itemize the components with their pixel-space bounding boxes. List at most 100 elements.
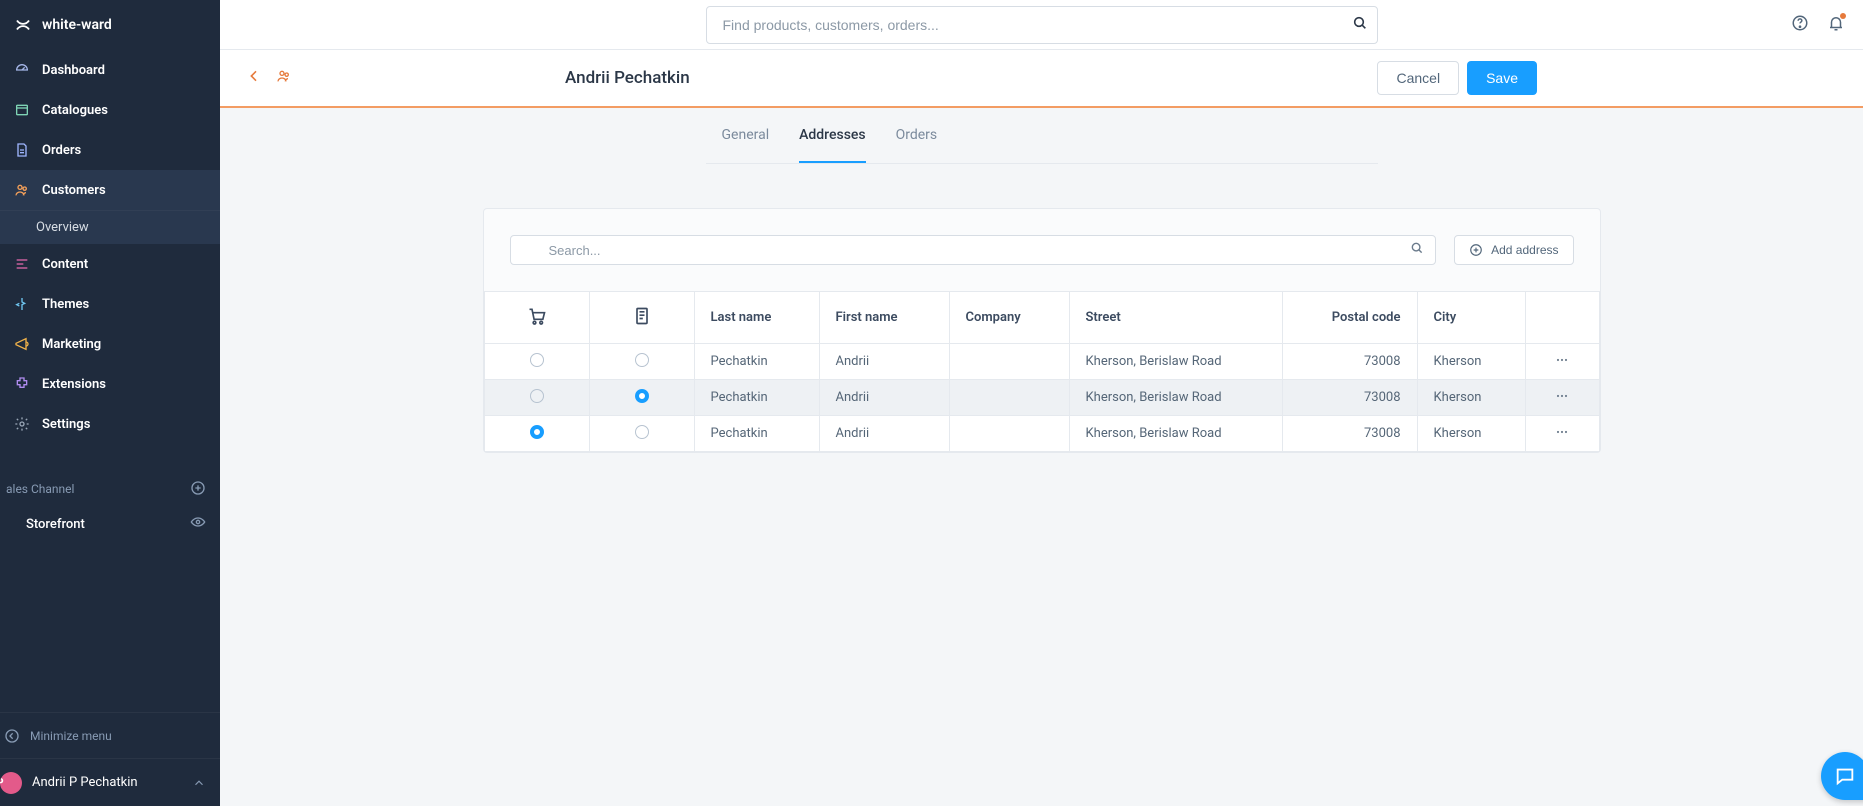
sidebar-item-label: Storefront [26, 517, 85, 532]
radio-icon[interactable] [635, 353, 649, 367]
search-icon[interactable] [1410, 241, 1424, 259]
sales-channel-heading: ales Channel [0, 474, 220, 504]
cell-firstname: Andrii [819, 380, 949, 416]
visibility-icon[interactable] [190, 514, 206, 534]
global-search [706, 6, 1378, 44]
cell-firstname: Andrii [819, 416, 949, 452]
plus-circle-icon [1469, 243, 1483, 257]
page-title: Andrii Pechatkin [565, 68, 690, 88]
tabs: General Addresses Orders [706, 108, 1378, 164]
addresses-card: Add address Last name First name Company… [483, 208, 1601, 453]
col-firstname[interactable]: First name [819, 292, 949, 344]
minimize-menu[interactable]: Minimize menu [0, 712, 220, 758]
dashboard-icon [14, 62, 30, 78]
customers-icon [14, 182, 30, 198]
sidebar-item-storefront[interactable]: Storefront [0, 504, 220, 544]
radio-checked-icon[interactable] [530, 425, 544, 439]
sidebar-item-settings[interactable]: Settings [0, 404, 220, 444]
themes-icon [14, 296, 30, 312]
nav: Dashboard Catalogues Orders Customers Ov… [0, 50, 220, 712]
marketing-icon [14, 336, 30, 352]
current-user-name: Andrii P Pechatkin [32, 775, 138, 790]
row-actions-icon[interactable] [1554, 393, 1570, 408]
cell-city: Kherson [1417, 380, 1525, 416]
card-toolbar: Add address [484, 209, 1600, 291]
content-icon [14, 256, 30, 272]
cancel-button[interactable]: Cancel [1377, 61, 1459, 95]
chat-widget[interactable] [1821, 752, 1863, 800]
back-icon[interactable] [246, 68, 262, 88]
radio-icon[interactable] [530, 389, 544, 403]
row-actions-icon[interactable] [1554, 357, 1570, 372]
col-postalcode[interactable]: Postal code [1282, 292, 1417, 344]
page-header: Andrii Pechatkin Cancel Save [220, 50, 1863, 108]
cell-street: Kherson, Berislaw Road [1069, 344, 1282, 380]
page-body: General Addresses Orders Add address [220, 108, 1863, 806]
extensions-icon [14, 376, 30, 392]
table-row[interactable]: PechatkinAndriiKherson, Berislaw Road730… [484, 416, 1599, 452]
sidebar-item-dashboard[interactable]: Dashboard [0, 50, 220, 90]
col-lastname[interactable]: Last name [694, 292, 819, 344]
current-user[interactable]: P Andrii P Pechatkin [0, 758, 220, 806]
notifications-icon[interactable] [1827, 14, 1845, 36]
sidebar-item-marketing[interactable]: Marketing [0, 324, 220, 364]
col-company[interactable]: Company [949, 292, 1069, 344]
sidebar-item-themes[interactable]: Themes [0, 284, 220, 324]
save-button[interactable]: Save [1467, 61, 1537, 95]
search-icon[interactable] [1352, 15, 1368, 35]
tab-orders[interactable]: Orders [896, 108, 938, 163]
tab-label: Orders [896, 127, 938, 143]
chevron-up-icon [192, 776, 206, 790]
cell-street: Kherson, Berislaw Road [1069, 416, 1282, 452]
add-address-button[interactable]: Add address [1454, 235, 1573, 265]
sidebar-item-catalogues[interactable]: Catalogues [0, 90, 220, 130]
global-search-input[interactable] [706, 6, 1378, 44]
cell-company [949, 344, 1069, 380]
cell-street: Kherson, Berislaw Road [1069, 380, 1282, 416]
tab-general[interactable]: General [722, 108, 770, 163]
help-icon[interactable] [1791, 14, 1809, 36]
sidebar-item-extensions[interactable]: Extensions [0, 364, 220, 404]
sidebar-item-label: Orders [42, 143, 81, 158]
cell-city: Kherson [1417, 344, 1525, 380]
cell-lastname: Pechatkin [694, 416, 819, 452]
sidebar-item-label: Extensions [42, 377, 106, 392]
add-sales-channel-icon[interactable] [190, 480, 206, 499]
logo-icon [14, 16, 32, 34]
cell-city: Kherson [1417, 416, 1525, 452]
sidebar-item-label: Customers [42, 183, 106, 198]
cell-company [949, 416, 1069, 452]
notification-dot [1840, 13, 1846, 19]
radio-icon[interactable] [530, 353, 544, 367]
tab-label: General [722, 127, 770, 143]
sidebar-item-label: Marketing [42, 337, 101, 352]
cell-company [949, 380, 1069, 416]
sidebar-subitem-label: Overview [36, 220, 89, 235]
breadcrumb-customers-icon[interactable] [276, 68, 292, 88]
sidebar: white-ward Dashboard Catalogues Orders C… [0, 0, 220, 806]
address-search-input[interactable] [510, 235, 1437, 265]
sidebar-item-content[interactable]: Content [0, 244, 220, 284]
sidebar-item-label: Content [42, 257, 88, 272]
sidebar-item-orders[interactable]: Orders [0, 130, 220, 170]
col-street[interactable]: Street [1069, 292, 1282, 344]
table-row[interactable]: PechatkinAndriiKherson, Berislaw Road730… [484, 380, 1599, 416]
add-address-label: Add address [1491, 243, 1558, 257]
radio-checked-icon[interactable] [635, 389, 649, 403]
addresses-table: Last name First name Company Street Post… [484, 291, 1600, 452]
sidebar-item-label: Settings [42, 417, 90, 432]
minimize-label: Minimize menu [30, 729, 112, 743]
sidebar-item-customers[interactable]: Customers [0, 170, 220, 210]
sidebar-item-label: Themes [42, 297, 89, 312]
billing-icon [632, 315, 652, 330]
tab-addresses[interactable]: Addresses [799, 108, 866, 163]
sidebar-item-label: Dashboard [42, 63, 105, 78]
radio-icon[interactable] [635, 425, 649, 439]
orders-icon [14, 142, 30, 158]
table-row[interactable]: PechatkinAndriiKherson, Berislaw Road730… [484, 344, 1599, 380]
row-actions-icon[interactable] [1554, 429, 1570, 444]
col-city[interactable]: City [1417, 292, 1525, 344]
tab-label: Addresses [799, 127, 866, 143]
sidebar-subitem-overview[interactable]: Overview [0, 210, 220, 244]
topbar [220, 0, 1863, 50]
